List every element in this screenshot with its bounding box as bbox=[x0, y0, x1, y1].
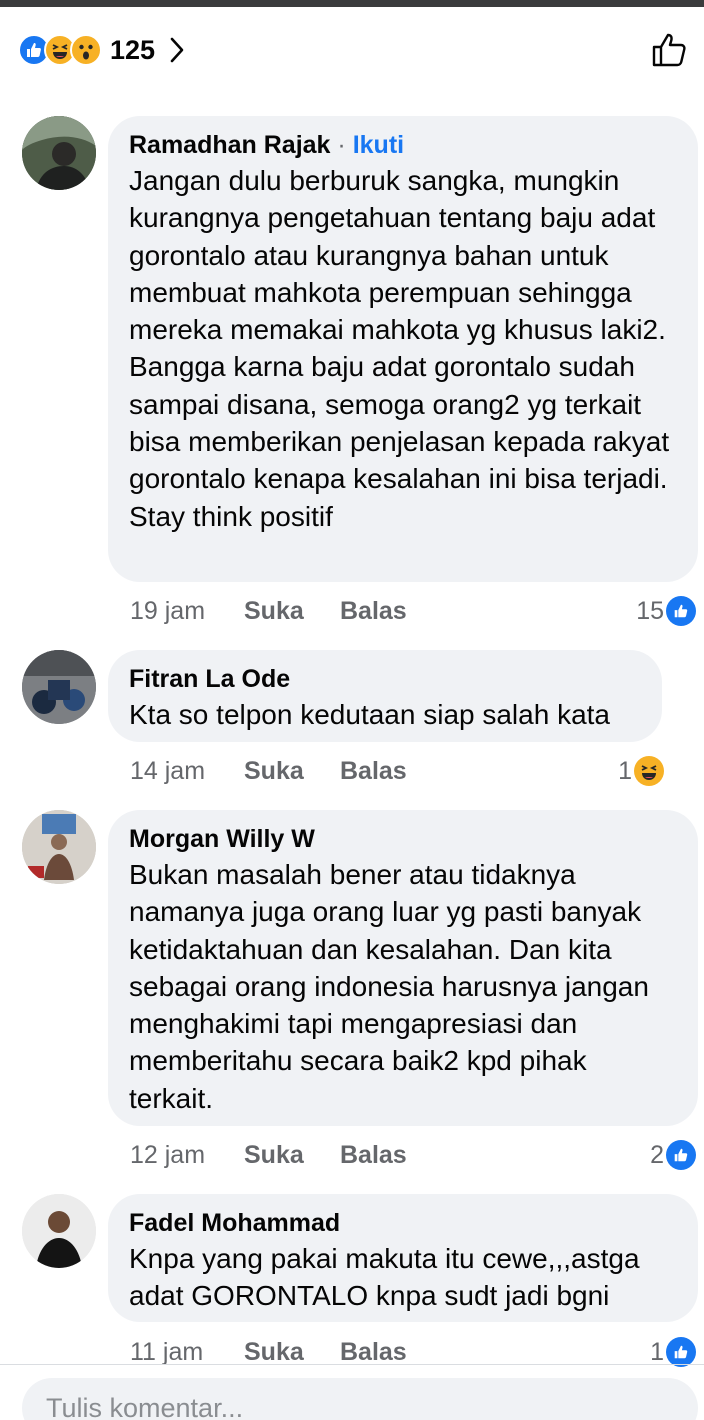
comment-author-line: Ramadhan Rajak · Ikuti bbox=[129, 128, 676, 162]
comment-actions: 12 jam Suka Balas bbox=[130, 1138, 407, 1172]
comment-time[interactable]: 12 jam bbox=[130, 1141, 244, 1170]
chevron-right-icon bbox=[169, 35, 187, 65]
separator-dot: · bbox=[337, 131, 346, 159]
like-icon bbox=[666, 596, 696, 626]
comment-reaction-count: 1 bbox=[650, 1337, 664, 1366]
like-icon bbox=[666, 1337, 696, 1367]
comment-bubble: Morgan Willy W Bukan masalah bener atau … bbox=[108, 810, 698, 1126]
like-button[interactable]: Suka bbox=[244, 1338, 340, 1367]
comment-time[interactable]: 11 jam bbox=[130, 1338, 244, 1367]
comment-author[interactable]: Morgan Willy W bbox=[129, 825, 315, 853]
thumbs-up-icon[interactable] bbox=[650, 30, 690, 70]
like-button[interactable]: Suka bbox=[244, 757, 340, 786]
comment-author-line: Fadel Mohammad bbox=[129, 1206, 676, 1240]
comment-reactions[interactable]: 1 bbox=[618, 754, 664, 788]
comment-author[interactable]: Fitran La Ode bbox=[129, 665, 290, 693]
comment-reactions[interactable]: 15 bbox=[636, 594, 696, 628]
reply-button[interactable]: Balas bbox=[340, 1141, 407, 1170]
composer-divider bbox=[0, 1364, 704, 1365]
comment-input[interactable]: Tulis komentar... bbox=[22, 1378, 698, 1420]
avatar[interactable] bbox=[22, 1194, 96, 1268]
comment-actions: 14 jam Suka Balas bbox=[130, 754, 407, 788]
comment-reactions[interactable]: 2 bbox=[650, 1138, 696, 1172]
avatar[interactable] bbox=[22, 116, 96, 190]
like-icon bbox=[666, 1140, 696, 1170]
comment-reaction-count: 1 bbox=[618, 756, 632, 785]
wow-icon bbox=[70, 34, 102, 66]
comment-reaction-count: 2 bbox=[650, 1140, 664, 1169]
comment-actions: 19 jam Suka Balas bbox=[130, 594, 407, 628]
comment-text: Knpa yang pakai makuta itu cewe,,,astga … bbox=[129, 1243, 640, 1312]
comment-input-placeholder: Tulis komentar... bbox=[46, 1392, 244, 1420]
comment-author[interactable]: Ramadhan Rajak bbox=[129, 131, 330, 159]
comment-text: Kta so telpon kedutaan siap salah kata bbox=[129, 699, 611, 730]
comment-author-line: Morgan Willy W bbox=[129, 822, 676, 856]
comment-bubble: Fitran La Ode Kta so telpon kedutaan sia… bbox=[108, 650, 662, 742]
comment-time[interactable]: 19 jam bbox=[130, 597, 244, 626]
comment-text: Jangan dulu berburuk sangka, mungkin kur… bbox=[129, 165, 670, 532]
like-button[interactable]: Suka bbox=[244, 1141, 340, 1170]
comment-reaction-count: 15 bbox=[636, 596, 664, 625]
avatar[interactable] bbox=[22, 810, 96, 884]
comment-bubble: Ramadhan Rajak · Ikuti Jangan dulu berbu… bbox=[108, 116, 698, 582]
reactions-summary[interactable]: 125 bbox=[18, 30, 187, 70]
reaction-count: 125 bbox=[110, 34, 156, 65]
reply-button[interactable]: Balas bbox=[340, 757, 407, 786]
reply-button[interactable]: Balas bbox=[340, 597, 407, 626]
follow-button[interactable]: Ikuti bbox=[353, 131, 404, 159]
top-status-strip bbox=[0, 0, 704, 7]
comment-author[interactable]: Fadel Mohammad bbox=[129, 1209, 340, 1237]
reaction-icon-stack bbox=[18, 34, 102, 66]
like-button[interactable]: Suka bbox=[244, 597, 340, 626]
comment-author-line: Fitran La Ode bbox=[129, 662, 640, 696]
haha-icon bbox=[634, 756, 664, 786]
comment-bubble: Fadel Mohammad Knpa yang pakai makuta it… bbox=[108, 1194, 698, 1322]
reply-button[interactable]: Balas bbox=[340, 1338, 407, 1367]
avatar[interactable] bbox=[22, 650, 96, 724]
comment-text: Bukan masalah bener atau tidaknya namany… bbox=[129, 859, 649, 1114]
comment-time[interactable]: 14 jam bbox=[130, 757, 244, 786]
